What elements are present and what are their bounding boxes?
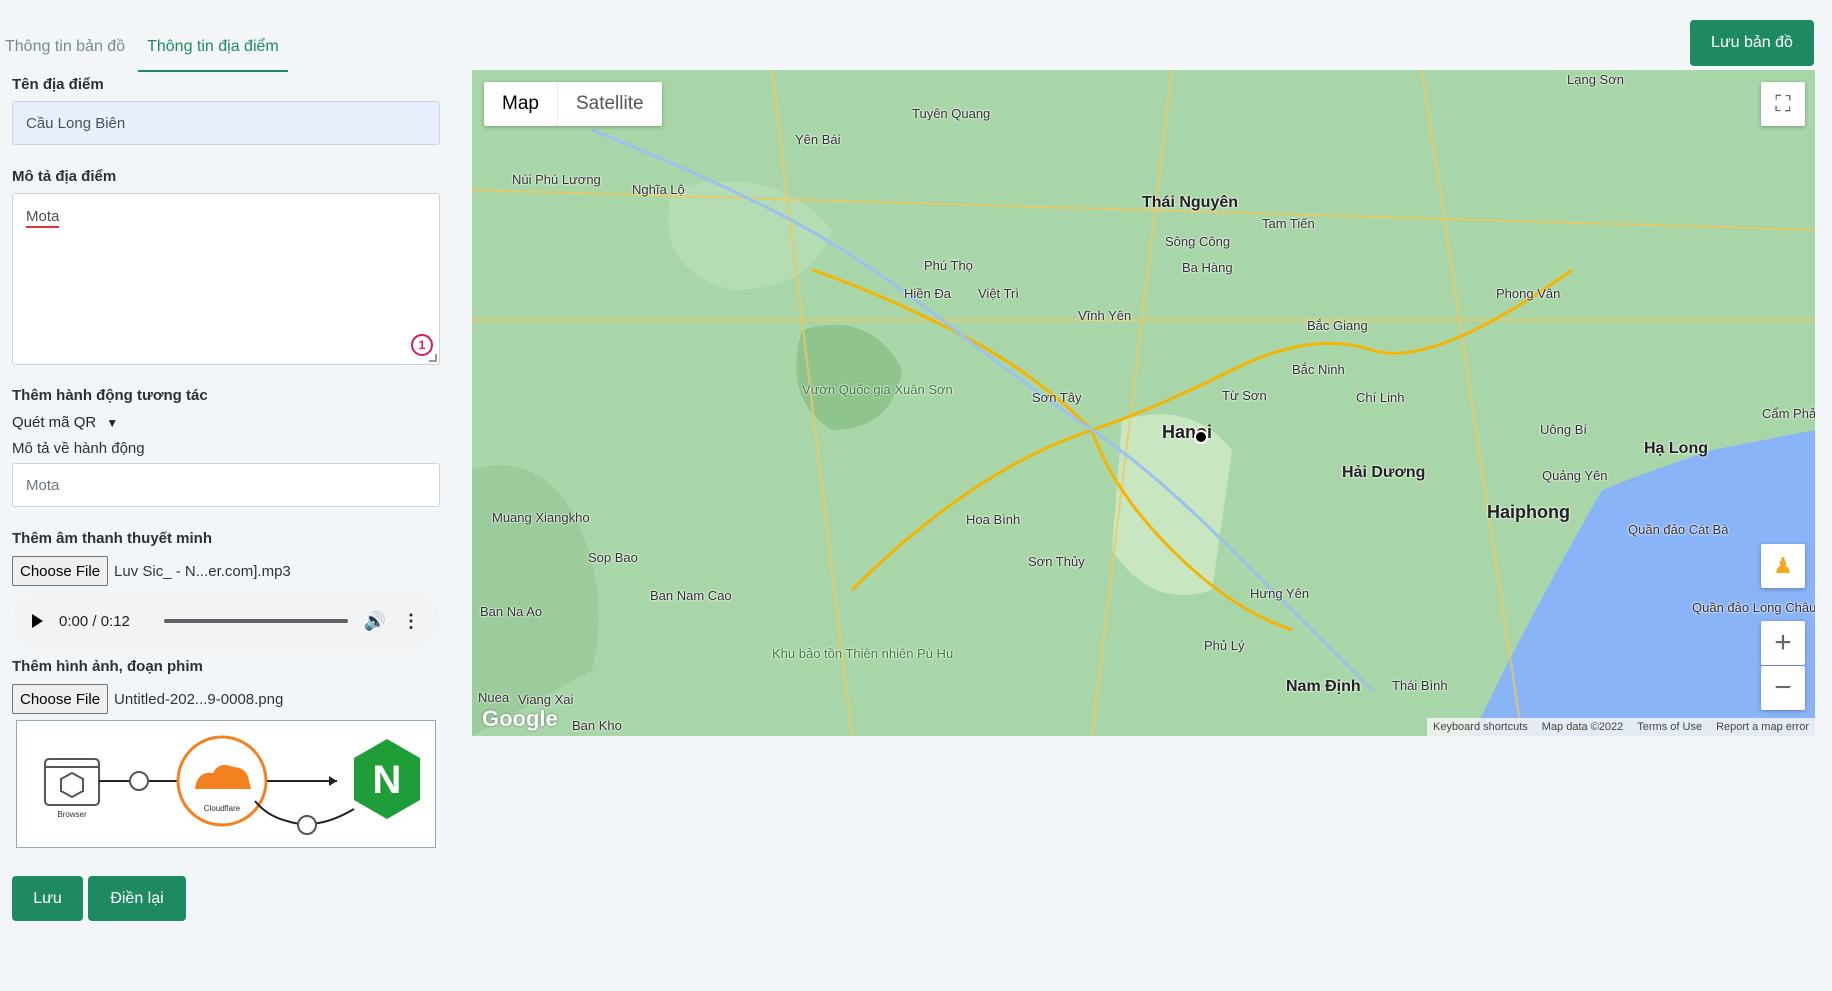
map-place-yen-bai: Yên Bái	[795, 132, 841, 147]
map-place-cam-pha: Cẩm Phả	[1762, 406, 1815, 421]
map-type-control: Map Satellite	[484, 82, 662, 126]
map-place-uong-bi: Uông Bí	[1540, 422, 1587, 437]
place-desc-text: Mota	[26, 208, 60, 228]
audio-player: 0:00 / 0:12 🔊 ⋮	[12, 592, 440, 650]
map-place-phong-van: Phong Vân	[1496, 286, 1561, 301]
map-place-phu-ly: Phủ Lý	[1204, 638, 1245, 653]
map-place-phu-tho: Phú Thọ	[924, 258, 973, 273]
chevron-down-icon: ▼	[106, 415, 119, 430]
map-type-map-button[interactable]: Map	[484, 82, 558, 126]
map-place-long-chau: Quần đảo Long Châu	[1692, 600, 1815, 615]
reset-button[interactable]: Điền lại	[88, 876, 186, 921]
map-place-sop-bao: Sop Bao	[588, 550, 638, 565]
map-place-hoa-binh: Hoa Bình	[966, 512, 1021, 527]
audio-file-name: Luv Sic_ - N...er.com].mp3	[114, 562, 291, 580]
map-place-ban-nam-cao: Ban Nam Cao	[650, 588, 732, 603]
preview-nginx-letter: N	[373, 758, 402, 802]
map-place-tuyen-quang: Tuyên Quang	[912, 106, 991, 121]
place-desc-label: Mô tả địa điểm	[12, 168, 117, 185]
report-map-error-link[interactable]: Report a map error	[1716, 721, 1809, 733]
action-label: Thêm hành động tương tác	[12, 387, 208, 404]
action-select[interactable]: Quét mã QR ▼	[12, 414, 118, 431]
map-place-ban-kho: Ban Kho	[572, 718, 622, 733]
preview-cloudflare-label: Cloudflare	[204, 804, 241, 813]
map-place-tu-son: Từ Sơn	[1222, 388, 1267, 403]
map-place-bac-giang: Bắc Giang	[1307, 318, 1368, 333]
save-map-button[interactable]: Lưu bản đồ	[1690, 20, 1814, 66]
audio-file-input: Choose File Luv Sic_ - N...er.com].mp3	[12, 556, 291, 586]
map-place-nghia-lo: Nghĩa Lộ	[632, 182, 685, 197]
preview-browser-label: Browser	[57, 810, 87, 819]
save-button[interactable]: Lưu	[12, 876, 83, 921]
map-data-text: Map data ©2022	[1541, 721, 1624, 733]
map-place-tam-tien: Tam Tiến	[1262, 216, 1315, 231]
map-place-hung-yen: Hưng Yên	[1250, 586, 1310, 601]
media-choose-file-button[interactable]: Choose File	[12, 684, 109, 714]
map-place-nui-phu: Núi Phú Lương	[512, 172, 601, 187]
map-place-ha-long: Hạ Long	[1644, 440, 1708, 457]
terms-of-use-link[interactable]: Terms of Use	[1637, 721, 1702, 733]
map-place-chi-linh: Chí Linh	[1356, 390, 1405, 405]
map-place-son-thuy: Sơn Thủy	[1028, 554, 1085, 569]
map-place-hai-duong: Hải Dương	[1342, 464, 1426, 481]
map-place-thai-binh: Thái Bình	[1392, 678, 1448, 693]
map-place-song-cong: Sông Công	[1165, 234, 1231, 249]
media-file-input: Choose File Untitled-202...9-0008.png	[12, 684, 283, 714]
action-select-value: Quét mã QR	[12, 414, 97, 431]
keyboard-shortcuts-link[interactable]: Keyboard shortcuts	[1433, 721, 1528, 733]
map-place-khu-bao-ton: Khu bảo tồn Thiên nhiên Pù Hu	[772, 646, 954, 661]
map-place-muang: Muang Xiangkho	[492, 510, 590, 525]
map-terrain	[472, 70, 1815, 736]
map-place-viet-tri: Việt Trì	[978, 286, 1019, 301]
place-name-input[interactable]: Cầu Long Biên	[12, 101, 440, 145]
action-desc-input[interactable]: Mota	[12, 463, 440, 507]
tab-bar: Thông tin bản đồ Thông tin địa điểm	[0, 30, 288, 72]
zoom-out-button[interactable]: −	[1761, 666, 1805, 710]
media-file-name: Untitled-202...9-0008.png	[114, 690, 284, 708]
audio-progress-bar[interactable]	[164, 619, 348, 623]
map-place-vinh-yen: Vĩnh Yên	[1078, 308, 1132, 323]
zoom-in-button[interactable]: +	[1761, 621, 1805, 665]
media-label: Thêm hình ảnh, đoạn phim	[12, 658, 203, 675]
fullscreen-icon[interactable]: ⛶	[1761, 82, 1805, 126]
map-place-ban-na-ao: Ban Na Ao	[480, 604, 543, 619]
map-type-satellite-button[interactable]: Satellite	[558, 82, 662, 126]
place-name-label: Tên địa điểm	[12, 76, 104, 93]
map-place-son-tay: Sơn Tây	[1032, 390, 1082, 405]
audio-time: 0:00 / 0:12	[59, 612, 130, 630]
action-desc-label: Mô tả về hành động	[12, 440, 145, 457]
resize-handle[interactable]	[429, 354, 437, 362]
map-place-cat-ba: Quần đảo Cát Bà	[1628, 522, 1729, 537]
more-options-icon[interactable]: ⋮	[402, 611, 420, 632]
media-preview-image: Browser Cloudflare N	[16, 720, 436, 848]
audio-choose-file-button[interactable]: Choose File	[12, 556, 109, 586]
map-place-thai-nguyen: Thái Nguyên	[1142, 194, 1239, 211]
map-view[interactable]: Lạng Sơn Tuyên Quang Yên Bái Thái Nguyên…	[472, 70, 1815, 736]
map-footer: Keyboard shortcuts Map data ©2022 Terms …	[1426, 718, 1815, 736]
map-place-haiphong: Haiphong	[1487, 502, 1570, 522]
map-place-lang-son: Lạng Sơn	[1567, 72, 1624, 87]
map-place-vuon-quoc-gia: Vườn Quốc gia Xuân Sơn	[802, 382, 953, 397]
audio-label: Thêm âm thanh thuyết minh	[12, 530, 213, 547]
map-place-ba-hang: Ba Hàng	[1182, 260, 1233, 275]
place-desc-textarea[interactable]: Mota 1	[12, 193, 440, 365]
tab-map-info[interactable]: Thông tin bản đồ	[0, 30, 130, 72]
pegman-icon[interactable]: ♟	[1761, 544, 1805, 588]
grammar-badge[interactable]: 1	[411, 334, 433, 356]
google-logo: Google	[482, 706, 558, 731]
map-place-viang-xai: Viang Xai	[518, 692, 574, 707]
map-place-hien-da: Hiền Đa	[904, 286, 951, 301]
play-icon[interactable]	[32, 614, 43, 628]
map-place-nuea: Nuea	[478, 690, 510, 705]
map-place-quang-yen: Quảng Yên	[1542, 468, 1608, 483]
volume-icon[interactable]: 🔊	[364, 611, 386, 632]
tab-place-info[interactable]: Thông tin địa điểm	[138, 30, 288, 72]
map-place-nam-dinh: Nam Định	[1286, 678, 1361, 695]
map-location-marker[interactable]	[1194, 430, 1208, 444]
map-place-bac-ninh: Bắc Ninh	[1292, 362, 1345, 377]
